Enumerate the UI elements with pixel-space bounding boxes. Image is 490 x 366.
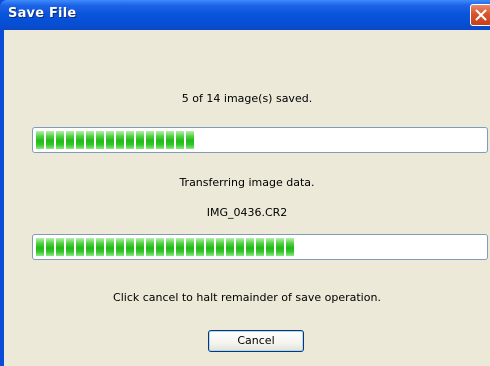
progress-block [86,131,94,149]
progress-block [196,238,204,256]
file-progress-fill [36,238,294,256]
close-button[interactable] [470,4,490,26]
progress-block [96,131,104,149]
progress-block [106,131,114,149]
progress-block [136,131,144,149]
progress-block [56,131,64,149]
progress-block [56,238,64,256]
progress-block [86,238,94,256]
progress-block [116,131,124,149]
progress-block [156,131,164,149]
progress-block [266,238,274,256]
transfer-status-label: Transferring image data. [179,176,315,189]
progress-block [116,238,124,256]
images-progress-bar [32,127,488,153]
progress-block [126,238,134,256]
progress-block [136,238,144,256]
save-file-dialog: Save File 5 of 14 image(s) saved. Transf… [0,0,490,366]
progress-block [46,131,54,149]
progress-block [166,238,174,256]
progress-block [226,238,234,256]
progress-block [176,131,184,149]
progress-block [246,238,254,256]
progress-block [106,238,114,256]
progress-block [176,238,184,256]
progress-block [206,238,214,256]
progress-block [96,238,104,256]
progress-block [276,238,284,256]
progress-block [146,238,154,256]
progress-block [166,131,174,149]
dialog-body: 5 of 14 image(s) saved. Transferring ima… [4,30,490,366]
file-progress-bar [32,234,488,260]
progress-block [216,238,224,256]
current-file-label: IMG_0436.CR2 [206,206,288,219]
progress-block [156,238,164,256]
window-title: Save File [8,6,77,21]
close-icon [475,9,487,21]
progress-block [286,238,294,256]
progress-block [66,131,74,149]
progress-block [146,131,154,149]
progress-block [76,238,84,256]
progress-block [186,238,194,256]
progress-block [186,131,194,149]
title-bar[interactable]: Save File [0,0,490,30]
progress-block [76,131,84,149]
progress-block [236,238,244,256]
progress-block [66,238,74,256]
cancel-button[interactable]: Cancel [208,330,304,352]
progress-block [256,238,264,256]
images-saved-label: 5 of 14 image(s) saved. [181,92,313,105]
images-progress-fill [36,131,194,149]
instruction-label: Click cancel to halt remainder of save o… [113,291,381,304]
progress-block [46,238,54,256]
progress-block [126,131,134,149]
progress-block [36,238,44,256]
progress-block [36,131,44,149]
